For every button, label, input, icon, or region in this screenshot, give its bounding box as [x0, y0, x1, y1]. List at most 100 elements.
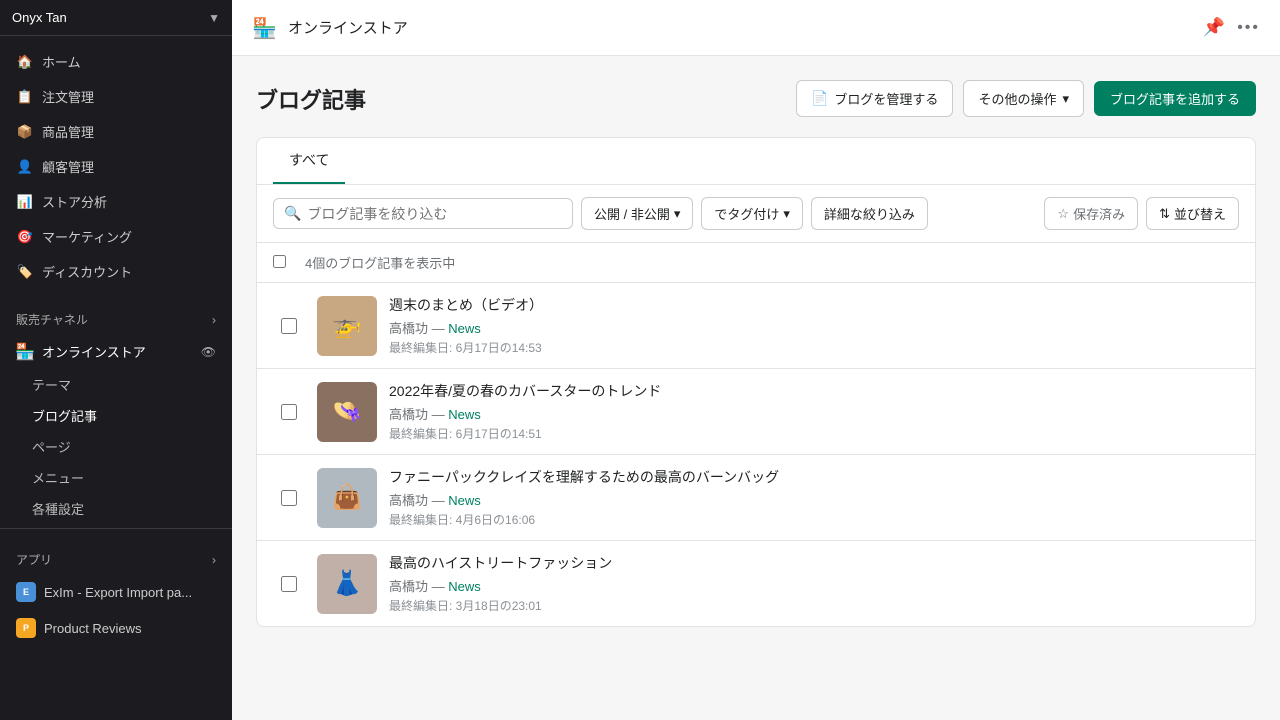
- item-check-2: [273, 404, 305, 420]
- search-wrap: 🔍: [273, 198, 573, 229]
- sidebar-item-discounts[interactable]: 🏷️ ディスカウント: [0, 254, 232, 289]
- article-blog-link-1[interactable]: News: [448, 321, 481, 336]
- sidebar-item-customers-label: 顧客管理: [42, 157, 94, 176]
- app-reviews[interactable]: P Product Reviews: [0, 610, 232, 646]
- add-article-button[interactable]: ブログ記事を追加する: [1094, 81, 1256, 116]
- blog-item[interactable]: 👜 ファニーパッククレイズを理解するための最高のバーンバッグ 高橋功 — New…: [257, 455, 1255, 541]
- sidebar-item-analytics-label: ストア分析: [42, 192, 107, 211]
- article-thumb-1: 🚁: [317, 296, 377, 356]
- article-info-1: 週末のまとめ（ビデオ） 高橋功 — News 最終編集日: 6月17日の14:5…: [389, 295, 1239, 356]
- store-topbar-icon: 🏪: [252, 16, 276, 40]
- app-exim-label: ExIm - Export Import pa...: [44, 585, 192, 600]
- save-filter-star-icon: ☆: [1057, 206, 1069, 222]
- manage-blog-button[interactable]: 📄 ブログを管理する: [796, 80, 953, 117]
- subnav-menu-label: メニュー: [32, 468, 84, 487]
- right-panel: 🏪 オンラインストア 📌 ••• ブログ記事 📄 ブログを管理する その他の操作…: [232, 0, 1280, 720]
- subnav-theme[interactable]: テーマ: [32, 369, 232, 400]
- select-all-wrap: [273, 255, 305, 271]
- subnav-menu[interactable]: メニュー: [32, 462, 232, 493]
- search-input[interactable]: [307, 206, 562, 222]
- item-checkbox-2[interactable]: [281, 404, 297, 420]
- article-meta-1: 高橋功 — News: [389, 318, 1239, 337]
- reviews-icon: P: [16, 618, 36, 638]
- other-actions-label: その他の操作: [978, 89, 1056, 108]
- list-header: 4個のブログ記事を表示中: [257, 243, 1255, 283]
- search-icon: 🔍: [284, 205, 301, 222]
- sidebar-item-home[interactable]: 🏠 ホーム: [0, 44, 232, 79]
- sidebar-item-marketing-label: マーケティング: [42, 227, 132, 246]
- apps-header: アプリ ›: [0, 545, 232, 574]
- store-name: Onyx Tan: [12, 10, 67, 25]
- apps-label: アプリ: [16, 551, 52, 568]
- detail-filter-button[interactable]: 詳細な絞り込み: [811, 197, 928, 230]
- item-checkbox-1[interactable]: [281, 318, 297, 334]
- chevron-down-icon: ▾: [1062, 91, 1069, 107]
- count-label: 4個のブログ記事を表示中: [305, 253, 455, 272]
- articles-list: 🚁 週末のまとめ（ビデオ） 高橋功 — News 最終編集日: 6月17日の14…: [257, 283, 1255, 626]
- sidebar-item-orders[interactable]: 📋 注文管理: [0, 79, 232, 114]
- sidebar-item-marketing[interactable]: 🎯 マーケティング: [0, 219, 232, 254]
- discounts-icon: 🏷️: [16, 263, 34, 281]
- sidebar-item-analytics[interactable]: 📊 ストア分析: [0, 184, 232, 219]
- main-inner: ブログ記事 📄 ブログを管理する その他の操作 ▾ ブログ記事を追加する: [232, 56, 1280, 651]
- subnav-pages-label: ページ: [32, 437, 71, 456]
- products-icon: 📦: [16, 123, 34, 141]
- sort-button[interactable]: ⇅ 並び替え: [1146, 197, 1239, 230]
- save-filter-label: 保存済み: [1073, 204, 1125, 223]
- sort-icon: ⇅: [1159, 206, 1170, 222]
- sidebar-item-home-label: ホーム: [42, 52, 81, 71]
- app-exim[interactable]: E ExIm - Export Import pa...: [0, 574, 232, 610]
- publish-filter-button[interactable]: 公開 / 非公開 ▾: [581, 197, 693, 230]
- publish-filter-arrow-icon: ▾: [674, 206, 681, 222]
- article-blog-link-4[interactable]: News: [448, 579, 481, 594]
- item-check-3: [273, 490, 305, 506]
- article-meta-4: 高橋功 — News: [389, 576, 1239, 595]
- sidebar-online-store-label: オンラインストア: [42, 342, 193, 361]
- item-checkbox-4[interactable]: [281, 576, 297, 592]
- item-check-1: [273, 318, 305, 334]
- orders-icon: 📋: [16, 88, 34, 106]
- header-actions: 📄 ブログを管理する その他の操作 ▾ ブログ記事を追加する: [796, 80, 1256, 117]
- save-filter-button[interactable]: ☆ 保存済み: [1044, 197, 1138, 230]
- tags-filter-arrow-icon: ▾: [783, 206, 790, 222]
- article-blog-link-3[interactable]: News: [448, 493, 481, 508]
- more-options-icon[interactable]: •••: [1237, 19, 1260, 37]
- app-reviews-label: Product Reviews: [44, 621, 142, 636]
- select-all-checkbox[interactable]: [273, 255, 286, 268]
- sidebar-item-products-label: 商品管理: [42, 122, 94, 141]
- item-checkbox-3[interactable]: [281, 490, 297, 506]
- home-icon: 🏠: [16, 53, 34, 71]
- subnav-blog[interactable]: ブログ記事 ➤: [32, 400, 232, 431]
- sidebar-item-products[interactable]: 📦 商品管理: [0, 114, 232, 149]
- sales-channels-expand-icon: ›: [212, 313, 216, 327]
- article-date-4: 最終編集日: 3月18日の23:01: [389, 597, 1239, 614]
- online-store-icon: 🏪: [16, 343, 34, 361]
- manage-blog-icon: 📄: [811, 90, 828, 107]
- item-check-4: [273, 576, 305, 592]
- manage-blog-label: ブログを管理する: [834, 89, 938, 108]
- article-date-1: 最終編集日: 6月17日の14:53: [389, 339, 1239, 356]
- topbar-title: オンラインストア: [288, 17, 408, 38]
- subnav-pages[interactable]: ページ: [32, 431, 232, 462]
- blog-item[interactable]: 🚁 週末のまとめ（ビデオ） 高橋功 — News 最終編集日: 6月17日の14…: [257, 283, 1255, 369]
- sales-channels-label: 販売チャネル: [16, 311, 88, 328]
- store-selector[interactable]: Onyx Tan ▼: [0, 0, 232, 36]
- other-actions-button[interactable]: その他の操作 ▾: [963, 80, 1084, 117]
- sidebar-item-online-store[interactable]: 🏪 オンラインストア 👁: [0, 334, 232, 369]
- tab-all[interactable]: すべて: [273, 138, 345, 184]
- customers-icon: 👤: [16, 158, 34, 176]
- sales-channels-header: 販売チャネル ›: [0, 305, 232, 334]
- page-title: ブログ記事: [256, 83, 796, 115]
- subnav-settings[interactable]: 各種設定: [32, 493, 232, 524]
- apps-section: アプリ › E ExIm - Export Import pa... P Pro…: [0, 528, 232, 654]
- publish-filter-label: 公開 / 非公開: [594, 204, 670, 223]
- article-blog-link-2[interactable]: News: [448, 407, 481, 422]
- tags-filter-button[interactable]: でタグ付け ▾: [701, 197, 803, 230]
- article-thumb-3: 👜: [317, 468, 377, 528]
- pin-icon[interactable]: 📌: [1203, 17, 1225, 38]
- blog-item[interactable]: 👗 最高のハイストリートファッション 高橋功 — News 最終編集日: 3月1…: [257, 541, 1255, 626]
- blog-item[interactable]: 👒 2022年春/夏の春のカバースターのトレンド 高橋功 — News 最終編集…: [257, 369, 1255, 455]
- article-meta-2: 高橋功 — News: [389, 404, 1239, 423]
- add-article-label: ブログ記事を追加する: [1110, 92, 1240, 107]
- sidebar-item-customers[interactable]: 👤 顧客管理: [0, 149, 232, 184]
